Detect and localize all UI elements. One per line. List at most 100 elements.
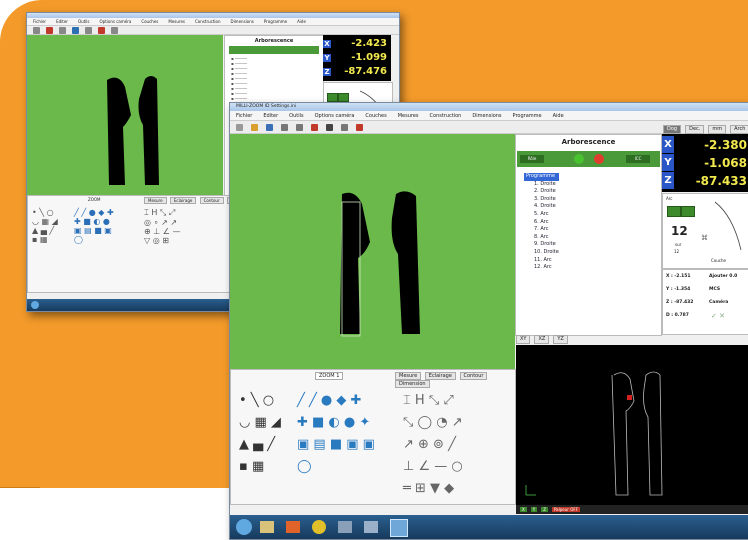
tree-item[interactable]: 9. Droite [524,241,559,249]
camera-icon[interactable] [326,123,333,131]
menu-item[interactable]: Editer [56,19,68,24]
stop-icon[interactable] [356,123,363,131]
start-icon[interactable] [236,519,252,535]
tool-icon[interactable] [111,26,118,34]
new-icon[interactable] [236,123,243,131]
tab-xy[interactable]: XY [516,335,531,344]
tree-root[interactable]: Programme [524,173,559,181]
icc-button[interactable]: ICC [626,155,650,163]
zoom-box[interactable]: ZOOM [88,197,101,202]
menu-couches[interactable]: Couches [365,113,386,119]
menu-dimensions[interactable]: Dimensions [472,113,501,119]
menu-item[interactable]: Construction [195,19,220,24]
prev-button[interactable] [667,206,681,217]
menu-item[interactable]: Dimensions [230,19,253,24]
tree-item[interactable]: 12. Arc [524,264,559,272]
menu-construction[interactable]: Construction [430,113,462,119]
open-icon[interactable] [251,123,258,131]
tool-icon[interactable] [46,26,53,34]
tab-eclairage[interactable]: Eclairage [424,372,456,380]
remove-icon[interactable] [594,154,604,164]
tab[interactable]: Contour [199,197,224,204]
tree-item[interactable]: 1. Droite [524,181,559,189]
menu-aide[interactable]: Aide [553,113,564,119]
menu-item[interactable]: Mesures [168,19,185,24]
tab-xz[interactable]: XZ [534,335,550,344]
basic-tools[interactable]: • ╲ ○ ◡ ▦ ◢ ▲ ▄ ╱ ▪ ▦ [239,390,281,478]
coord-y: -1.099 [351,52,387,63]
menu-editer[interactable]: Editer [263,113,278,119]
tool-grid-basic[interactable]: • ╲ ○ ◡ ▦ ◢ ▲ ▄ ╱ ▪ ▦ [32,208,58,244]
menu-item[interactable]: Aide [297,19,306,24]
tree-item[interactable]: 4. Droite [524,203,559,211]
tree-item[interactable]: 8. Arc [524,234,559,242]
print-icon[interactable] [341,123,348,131]
tab-mesure[interactable]: Mesure [395,372,422,380]
tree-item[interactable]: 3. Droite [524,196,559,204]
menu-outils[interactable]: Outils [289,113,303,119]
front-video-view[interactable] [230,134,515,369]
mcs-button[interactable]: MCS [709,287,720,292]
tab[interactable]: Eclairage [169,197,197,204]
crosshair-icon: ⌘ [701,234,708,242]
tool-icon[interactable] [72,26,79,34]
menu-options-camera[interactable]: Options caméra [315,113,355,119]
role-button[interactable]: Rôle [520,155,544,163]
tool-icon[interactable] [33,26,40,34]
tab[interactable]: Mesure [144,197,167,204]
ajouter-button[interactable]: Ajouter 0.0 [709,274,737,279]
start-icon[interactable] [31,301,39,309]
green-button[interactable] [327,93,338,102]
tool-grid-color[interactable]: ╱ ╱ ● ◆ ✚ ✚ ■ ◐ ● ▣ ▤ ■ ▣ ◯ [74,208,114,244]
tool-grid-measure[interactable]: ⌶ H ⤡ ⤢ ◎ ∘ ↗ ↗ ⊕ ⊥ ∠ — ▽ ◎ ⊞ [144,208,180,245]
add-icon[interactable] [574,154,584,164]
couche-label: Couche [711,258,726,263]
green-button[interactable] [338,93,349,102]
tree-item[interactable]: 10. Droite [524,249,559,257]
menu-item[interactable]: Outils [78,19,90,24]
tree-item[interactable]: 11. Arc [524,257,559,265]
color-tools[interactable]: ╱ ╱ ● ◆ ✚ ✚ ■ ◐ ● ✦ ▣ ▤ ■ ▣ ▣ ◯ [297,390,375,478]
menu-mesures[interactable]: Mesures [398,113,419,119]
menu-programme[interactable]: Programme [513,113,542,119]
tab-dog[interactable]: Dog [663,125,682,134]
tab-arch[interactable]: Arch [730,125,748,134]
explorer-icon[interactable] [260,521,274,533]
palpeur-button[interactable]: Palpeur OFF [551,507,580,512]
tree-item[interactable]: 2. Droite [524,188,559,196]
back-video-view[interactable] [27,35,223,207]
next-button[interactable] [681,206,695,217]
zoom-select[interactable]: ZOOM 1 [315,372,344,380]
readout-d: D : 0.787 [666,313,689,318]
measure-tools[interactable]: ⌶ H ⤡ ⤢ ⤡ ◯ ◔ ↗ ↗ ⊕ ⊚ ╱ ⊥ ∠ — ○ ═ ⊞ ▼ ◆ [403,390,463,500]
active-app-icon[interactable] [390,519,408,537]
tool-icon[interactable] [98,26,105,34]
undo-icon[interactable] [281,123,288,131]
menu-item[interactable]: Couches [141,19,158,24]
camera-button[interactable]: Caméra [709,300,728,305]
menu-item[interactable]: Programme [264,19,287,24]
menu-item[interactable]: Options caméra [100,19,132,24]
app-icon[interactable] [338,521,352,533]
tree-buttons[interactable] [229,46,319,54]
tree-item[interactable]: 5. Arc [524,211,559,219]
tool-icon[interactable] [59,26,66,34]
delete-icon[interactable] [311,123,318,131]
tree-item[interactable]: 6. Arc [524,219,559,227]
tree-item[interactable]: 7. Arc [524,226,559,234]
menu-fichier[interactable]: Fichier [236,113,252,119]
app-icon[interactable] [364,521,378,533]
tab-dimension[interactable]: Dimension [395,380,430,388]
menu-item[interactable]: Fichier [33,19,46,24]
tab-dec[interactable]: Dec. [685,125,705,134]
tab-yz[interactable]: YZ [553,335,568,344]
tool-icon[interactable] [85,26,92,34]
save-icon[interactable] [266,123,273,131]
chrome-icon[interactable] [312,520,326,534]
redo-icon[interactable] [296,123,303,131]
tab-contour[interactable]: Contour [459,372,488,380]
check-icon[interactable]: ✓ ✕ [711,312,725,320]
tab-mm[interactable]: mm [708,125,727,134]
media-icon[interactable] [286,521,300,533]
cad-view[interactable] [516,345,748,505]
